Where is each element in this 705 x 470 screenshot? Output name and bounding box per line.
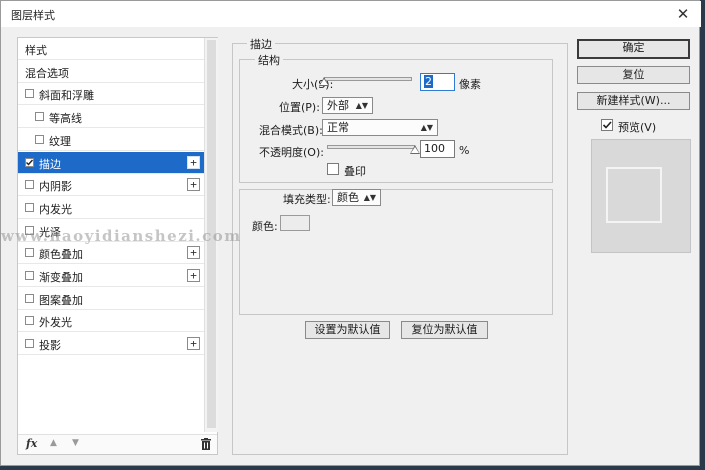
arrow-down-icon[interactable]: ▼ <box>72 438 79 448</box>
style-item[interactable]: 混合选项 <box>18 61 204 83</box>
style-item-checkbox[interactable] <box>25 339 34 349</box>
close-button[interactable]: ✕ <box>673 4 693 24</box>
style-item-checkbox[interactable] <box>25 316 34 326</box>
style-item-checkbox[interactable] <box>25 89 34 99</box>
style-item[interactable]: 纹理 <box>18 129 204 151</box>
size-slider-thumb[interactable] <box>319 77 329 86</box>
opacity-slider-thumb[interactable] <box>410 145 420 154</box>
position-label: 位置(P): <box>279 101 320 114</box>
fill-group <box>239 189 553 315</box>
opacity-input[interactable]: 100 <box>420 140 455 158</box>
style-item[interactable]: 颜色叠加 + <box>18 242 204 265</box>
structure-section-title: 结构 <box>255 52 283 68</box>
style-item[interactable]: 等高线 <box>18 106 204 129</box>
blend-mode-value: 正常 <box>327 121 349 134</box>
chevron-down-icon: ▲▼ <box>420 123 433 132</box>
arrow-up-icon[interactable]: ▲ <box>50 438 57 448</box>
style-item-label: 描边 <box>39 157 61 171</box>
fill-type-label: 填充类型: <box>283 193 331 206</box>
add-style-icon[interactable]: + <box>187 337 200 351</box>
reset-button[interactable]: 复位 <box>577 66 690 84</box>
style-item[interactable]: 斜面和浮雕 <box>18 83 204 106</box>
reset-default-button[interactable]: 复位为默认值 <box>401 321 488 339</box>
style-item-label: 投影 <box>39 339 61 353</box>
layer-style-dialog: 图层样式 ✕ 样式 混合选项 斜面和浮雕 等高线 纹理 描边 + 内阴影 + 内发光 光泽 颜色叠加 +… <box>0 0 701 466</box>
chevron-down-icon: ▲▼ <box>355 101 368 110</box>
position-value: 外部 <box>327 99 349 112</box>
style-item-checkbox[interactable] <box>25 248 34 258</box>
style-item-label: 外发光 <box>39 316 72 330</box>
add-style-icon[interactable]: + <box>187 178 200 192</box>
checkmark-icon <box>602 121 612 129</box>
style-item-label: 混合选项 <box>25 66 69 80</box>
style-item-label: 内发光 <box>39 202 72 216</box>
style-item-checkbox[interactable] <box>35 112 44 122</box>
style-item[interactable]: 内阴影 + <box>18 174 204 197</box>
opacity-unit: % <box>459 144 470 157</box>
style-item[interactable]: 外发光 <box>18 310 204 333</box>
size-unit: 像素 <box>459 78 481 91</box>
stroke-section-title: 描边 <box>247 36 275 52</box>
add-style-icon[interactable]: + <box>187 246 200 260</box>
style-item-label: 渐变叠加 <box>39 271 83 284</box>
new-style-button[interactable]: 新建样式(W)... <box>577 92 690 110</box>
style-item[interactable]: 渐变叠加 + <box>18 265 204 287</box>
set-default-button[interactable]: 设置为默认值 <box>305 321 390 339</box>
style-item-checkbox[interactable] <box>25 271 34 280</box>
fill-type-select[interactable]: 颜色 ▲▼ <box>332 189 381 206</box>
styles-list-panel: 样式 混合选项 斜面和浮雕 等高线 纹理 描边 + 内阴影 + 内发光 光泽 颜色叠加 + 渐变叠加 + 图案… <box>17 37 218 455</box>
style-item[interactable]: 描边 + <box>18 151 204 174</box>
style-item-checkbox[interactable] <box>25 202 34 212</box>
trash-icon[interactable] <box>201 438 211 450</box>
preview-square <box>606 167 662 223</box>
blend-mode-select[interactable]: 正常 ▲▼ <box>322 119 438 136</box>
preview-label: 预览(V) <box>618 121 657 134</box>
style-item-label: 等高线 <box>49 112 82 126</box>
style-item-label: 纹理 <box>49 134 71 148</box>
fill-type-value: 颜色 <box>337 191 359 204</box>
styles-list-footer: fx ▲ ▼ <box>18 434 217 454</box>
preview-checkbox[interactable] <box>601 119 613 131</box>
style-item[interactable]: 图案叠加 <box>18 288 204 310</box>
style-item-checkbox[interactable] <box>25 157 34 167</box>
dialog-title: 图层样式 <box>11 9 55 22</box>
style-item-label: 斜面和浮雕 <box>39 89 94 103</box>
chevron-down-icon: ▲▼ <box>363 193 376 202</box>
style-item-checkbox[interactable] <box>25 293 34 303</box>
position-select[interactable]: 外部 ▲▼ <box>322 97 373 114</box>
style-item-label: 颜色叠加 <box>39 248 83 262</box>
watermark: www.haoyidianshezi.com <box>1 227 242 245</box>
overprint-checkbox[interactable] <box>327 163 339 175</box>
overprint-label: 叠印 <box>344 165 366 178</box>
style-item-label: 图案叠加 <box>39 293 83 307</box>
style-item[interactable]: 样式 <box>18 38 204 60</box>
add-style-icon[interactable]: + <box>187 269 200 282</box>
style-item[interactable]: 投影 + <box>18 333 204 356</box>
size-value: 2 <box>424 75 433 88</box>
title-bar[interactable]: 图层样式 ✕ <box>1 1 701 27</box>
style-item[interactable]: 内发光 <box>18 197 204 219</box>
size-input[interactable]: 2 <box>420 73 455 91</box>
style-item-checkbox[interactable] <box>35 134 44 144</box>
size-slider[interactable] <box>324 77 412 81</box>
style-item-checkbox[interactable] <box>25 180 34 190</box>
style-item-label: 内阴影 <box>39 180 72 194</box>
opacity-label: 不透明度(O): <box>259 146 324 159</box>
fx-button[interactable]: fx <box>26 437 37 450</box>
blend-mode-label: 混合模式(B): <box>259 124 323 137</box>
opacity-slider[interactable] <box>327 145 415 149</box>
style-item-label: 样式 <box>25 44 47 57</box>
add-style-icon[interactable]: + <box>187 155 200 169</box>
ok-button[interactable]: 确定 <box>577 39 690 59</box>
